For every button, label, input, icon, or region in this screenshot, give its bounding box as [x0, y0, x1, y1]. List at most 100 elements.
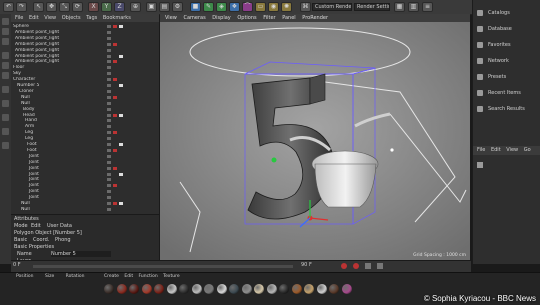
browser-menu-edit[interactable]: Edit	[491, 147, 501, 153]
menu-objects[interactable]: Objects	[62, 15, 81, 21]
material-tag-icon[interactable]	[113, 95, 117, 99]
attributes-menu-edit[interactable]: Edit	[31, 223, 41, 229]
visibility-toggle-icon[interactable]	[107, 72, 111, 76]
browser-menu-file[interactable]: File	[477, 147, 485, 153]
render-view-icon[interactable]: ▣	[146, 2, 157, 12]
material-swatch[interactable]	[116, 284, 127, 294]
object-tree-row[interactable]: Head	[11, 113, 159, 118]
subdivision-surface-icon[interactable]: ◈	[216, 2, 227, 12]
object-tree-row[interactable]: Ambient point_light	[11, 59, 159, 64]
browser-preview-icon[interactable]	[477, 162, 483, 168]
y-axis-icon[interactable]: Y	[101, 2, 112, 12]
planar-workplane-icon[interactable]	[2, 142, 9, 149]
visibility-toggle-icon[interactable]	[107, 207, 111, 211]
object-tree-row[interactable]: Joint	[11, 195, 159, 200]
z-axis-icon[interactable]: Z	[114, 2, 125, 12]
record-icon[interactable]	[341, 263, 347, 269]
material-tag-icon[interactable]	[113, 148, 117, 152]
visibility-toggle-icon[interactable]	[107, 119, 111, 123]
redo-icon[interactable]: ↷	[16, 2, 27, 12]
catalogs-item[interactable]: Catalogs	[477, 8, 539, 18]
selection-handle-green[interactable]	[271, 157, 277, 163]
locked-workplane-icon[interactable]	[2, 128, 9, 135]
phong-tag-icon[interactable]	[119, 172, 123, 176]
bend-deformer-icon[interactable]: ⌒	[242, 2, 253, 12]
material-menu-function[interactable]: Function	[139, 274, 158, 279]
timeline-end-frame[interactable]: 90 F	[301, 262, 312, 268]
visibility-toggle-icon[interactable]	[107, 54, 111, 58]
move-icon[interactable]: ✥	[46, 2, 57, 12]
tab-coord[interactable]: Coord.	[33, 237, 49, 243]
enable-axis-icon[interactable]	[2, 86, 9, 93]
layout-switch-icon[interactable]: ▥	[408, 2, 419, 12]
object-tree-row[interactable]: Null	[11, 201, 159, 206]
visibility-toggle-icon[interactable]	[107, 148, 111, 152]
menu-tags[interactable]: Tags	[86, 15, 97, 21]
attributes-menu-mode[interactable]: Mode	[14, 223, 28, 229]
object-tree-row[interactable]: Ambient point_light	[11, 42, 159, 47]
visibility-toggle-icon[interactable]	[107, 172, 111, 176]
visibility-toggle-icon[interactable]	[107, 48, 111, 52]
object-tree-row[interactable]: Ambient point_light	[11, 36, 159, 41]
material-swatch[interactable]	[266, 284, 277, 294]
material-swatch[interactable]	[179, 284, 189, 294]
network-item[interactable]: Network	[477, 56, 539, 66]
tab-phong[interactable]: Phong	[55, 237, 71, 243]
material-swatch[interactable]	[216, 284, 227, 294]
object-tree-row[interactable]: Null	[11, 101, 159, 106]
visibility-toggle-icon[interactable]	[107, 154, 111, 158]
material-swatch[interactable]	[279, 284, 289, 294]
menu-view[interactable]: View	[44, 15, 56, 21]
play-icon[interactable]	[365, 263, 371, 269]
timeline-track[interactable]	[33, 265, 293, 268]
python-icon[interactable]: ⌘	[300, 2, 311, 12]
visibility-toggle-icon[interactable]	[107, 160, 111, 164]
visibility-toggle-icon[interactable]	[107, 42, 111, 46]
workplane-mode-icon[interactable]	[2, 38, 9, 45]
viewport[interactable]: View Cameras Display Options Filter Pane…	[160, 14, 470, 260]
points-mode-icon[interactable]	[2, 52, 9, 59]
browser-menu-go[interactable]: Go	[524, 147, 531, 153]
material-swatch[interactable]	[229, 284, 239, 294]
material-swatch[interactable]	[129, 284, 139, 294]
phong-tag-icon[interactable]	[119, 25, 123, 28]
tab-basic[interactable]: Basic	[14, 237, 27, 243]
recent-items-item[interactable]: Recent Items	[477, 88, 539, 98]
material-swatch[interactable]	[204, 284, 214, 294]
material-tag-icon[interactable]	[113, 25, 117, 28]
visibility-toggle-icon[interactable]	[107, 143, 111, 146]
database-item[interactable]: Database	[477, 24, 539, 34]
edit-render-settings-icon[interactable]: ⚙	[172, 2, 183, 12]
material-swatch[interactable]	[241, 284, 252, 294]
cube-icon[interactable]: ■	[190, 2, 201, 12]
browser-menu-view[interactable]: View	[506, 147, 518, 153]
object-tree-row[interactable]: Sky	[11, 71, 159, 76]
material-swatch[interactable]	[166, 284, 177, 294]
render-settings-field[interactable]: Render Settings	[354, 3, 390, 11]
rotate-icon[interactable]: ⟳	[72, 2, 83, 12]
material-swatch[interactable]	[304, 284, 314, 294]
object-tree-row[interactable]: Joint	[11, 166, 159, 171]
autokey-icon[interactable]	[353, 263, 359, 269]
viewport-menu-filter[interactable]: Filter	[263, 15, 275, 21]
visibility-toggle-icon[interactable]	[107, 113, 111, 117]
visibility-toggle-icon[interactable]	[107, 30, 111, 34]
material-tag-icon[interactable]	[113, 131, 117, 135]
camera-icon[interactable]: ◉	[268, 2, 279, 12]
object-tree-row[interactable]: Ambient point_light	[11, 30, 159, 35]
presets-item[interactable]: Presets	[477, 72, 539, 82]
object-tree-row[interactable]: Arm	[11, 124, 159, 129]
edges-mode-icon[interactable]	[2, 62, 9, 69]
x-axis-icon[interactable]: X	[88, 2, 99, 12]
visibility-toggle-icon[interactable]	[107, 78, 111, 82]
phong-tag-icon[interactable]	[119, 143, 123, 146]
material-menu-texture[interactable]: Texture	[163, 274, 179, 279]
material-swatch[interactable]	[316, 284, 327, 294]
object-tree-row[interactable]: Ambient point_light	[11, 54, 159, 59]
viewport-menu-cameras[interactable]: Cameras	[183, 15, 205, 21]
material-swatch[interactable]	[154, 284, 164, 294]
object-tree-row[interactable]: Number 5	[11, 83, 159, 88]
live-selection-icon[interactable]: ↖	[33, 2, 44, 12]
scale-icon[interactable]: ⤡	[59, 2, 70, 12]
material-menu-create[interactable]: Create	[104, 274, 119, 279]
